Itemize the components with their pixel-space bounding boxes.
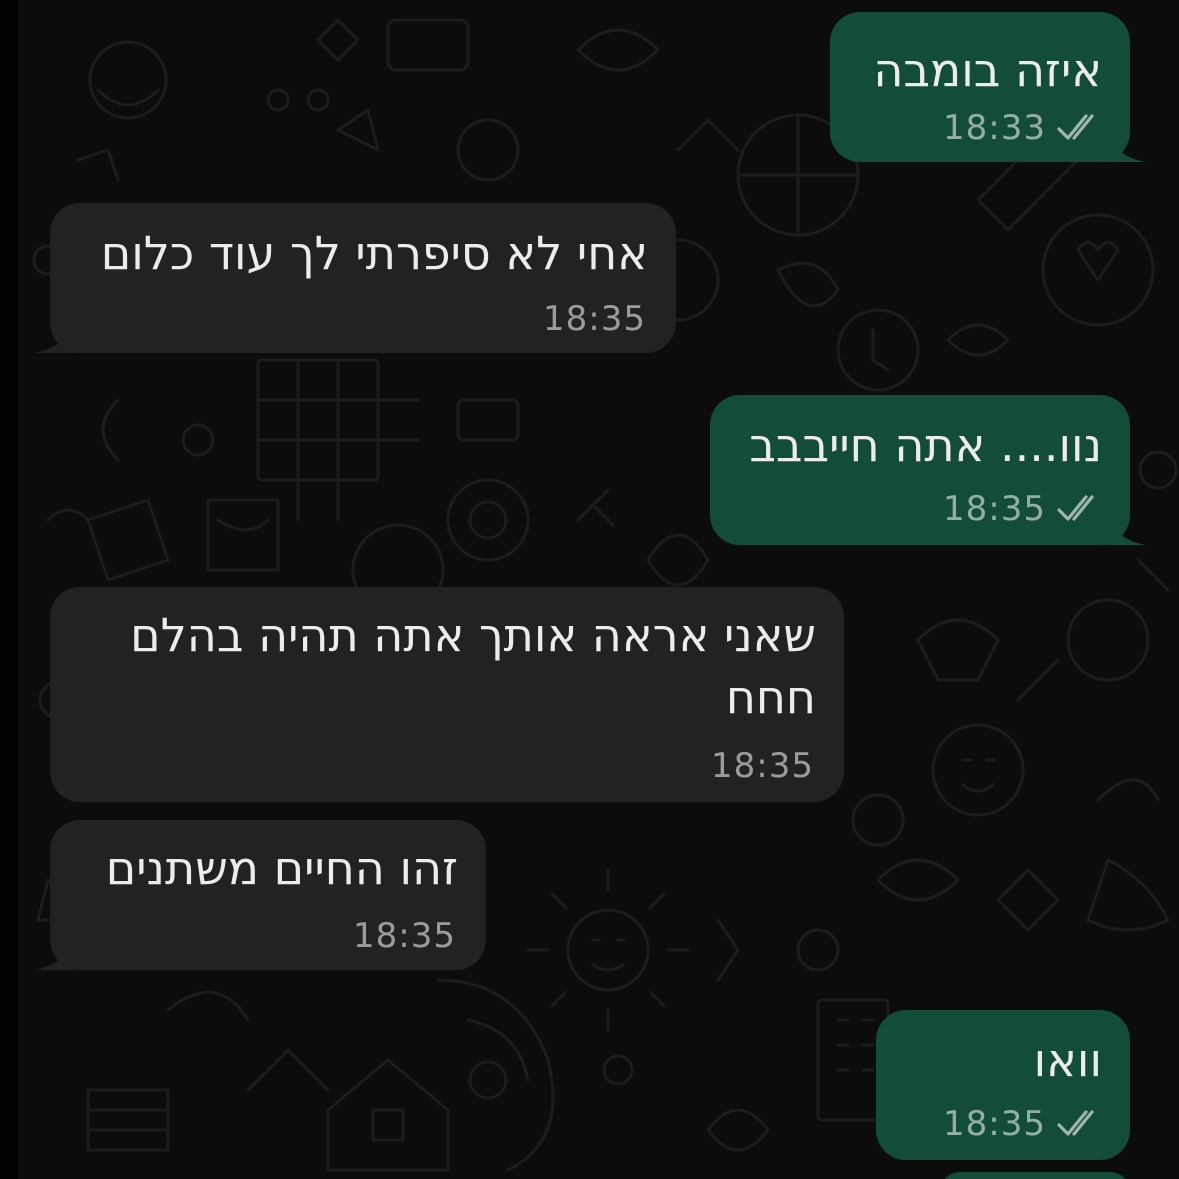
message-time: 18:35	[353, 916, 456, 956]
message-meta: 18:35	[943, 1104, 1104, 1144]
message-text-line-1: שאני אראה אותך אתה תהיה בהלם	[130, 608, 816, 662]
message-time: 18:35	[543, 299, 646, 339]
message-text: נוו.... אתה חייבבב	[749, 418, 1102, 472]
window-edge	[0, 0, 18, 1179]
message-text: זהו החיים משתנים	[105, 841, 458, 895]
message-time: 18:35	[943, 489, 1046, 529]
message-meta: 18:33	[943, 108, 1104, 148]
message-text-line-2: חחח	[725, 670, 816, 724]
read-ticks-icon	[1057, 1110, 1094, 1136]
message-bubble-outgoing[interactable]: נוו.... אתה חייבבב 18:35	[710, 395, 1146, 545]
message-bubble-incoming[interactable]: אחי לא סיפרתי לך עוד כלום 18:35	[34, 203, 676, 353]
message-bubble-incoming[interactable]: זהו החיים משתנים 18:35	[34, 820, 486, 970]
message-meta: 18:35	[353, 916, 456, 956]
message-bubble-outgoing[interactable]: וואו 18:35	[876, 1010, 1130, 1160]
message-time: 18:35	[711, 746, 814, 786]
bubble-tail	[34, 313, 74, 353]
message-bubble-outgoing-partial[interactable]	[940, 1172, 1130, 1179]
bubble-tail	[1106, 122, 1146, 162]
message-meta: 18:35	[543, 299, 646, 339]
chat-view: איזה בומבה 18:33 אחי לא סיפרתי לך עוד כל…	[0, 0, 1179, 1179]
message-meta: 18:35	[943, 489, 1104, 529]
message-meta: 18:35	[711, 746, 814, 786]
read-ticks-icon	[1057, 495, 1094, 521]
message-time: 18:35	[943, 1104, 1046, 1144]
message-bubble-outgoing[interactable]: איזה בומבה 18:33	[830, 12, 1146, 162]
message-bubble-incoming[interactable]: שאני אראה אותך אתה תהיה בהלם חחח 18:35	[50, 587, 844, 802]
message-text: אחי לא סיפרתי לך עוד כלום	[100, 226, 648, 280]
message-text: איזה בומבה	[873, 43, 1102, 97]
message-text: וואו	[1033, 1033, 1102, 1087]
bubble-tail	[1106, 505, 1146, 545]
bubble-tail	[34, 930, 74, 970]
read-ticks-icon	[1057, 114, 1094, 140]
message-time: 18:33	[943, 108, 1046, 148]
